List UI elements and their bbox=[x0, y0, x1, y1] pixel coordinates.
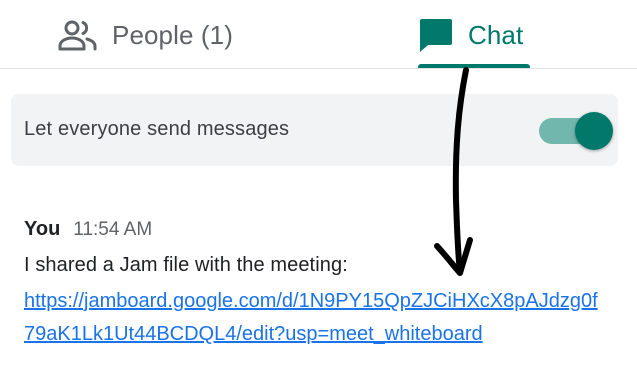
tab-chat[interactable]: Chat bbox=[418, 0, 618, 70]
jamboard-link[interactable]: https://jamboard.google.com/d/1N9PY15QpZ… bbox=[24, 285, 604, 351]
chat-panel: People (1) Chat Let everyone send messag… bbox=[0, 0, 637, 392]
chat-message: You 11:54 AM I shared a Jam file with th… bbox=[24, 218, 624, 351]
chat-icon bbox=[418, 17, 454, 53]
active-tab-indicator bbox=[418, 64, 530, 68]
tab-chat-label: Chat bbox=[468, 19, 524, 50]
send-messages-label: Let everyone send messages bbox=[24, 118, 290, 140]
send-messages-toggle[interactable] bbox=[537, 110, 613, 150]
message-sender: You bbox=[24, 218, 61, 240]
tabs-divider bbox=[0, 68, 637, 69]
send-messages-setting: Let everyone send messages bbox=[11, 94, 618, 166]
message-meta: You 11:54 AM bbox=[24, 218, 624, 244]
toggle-knob[interactable] bbox=[575, 112, 613, 150]
message-text: I shared a Jam file with the meeting: bbox=[24, 254, 348, 276]
message-timestamp: 11:54 AM bbox=[73, 219, 153, 240]
tab-people-label: People (1) bbox=[112, 19, 233, 50]
people-icon bbox=[58, 19, 98, 51]
tab-people[interactable]: People (1) bbox=[58, 0, 318, 70]
